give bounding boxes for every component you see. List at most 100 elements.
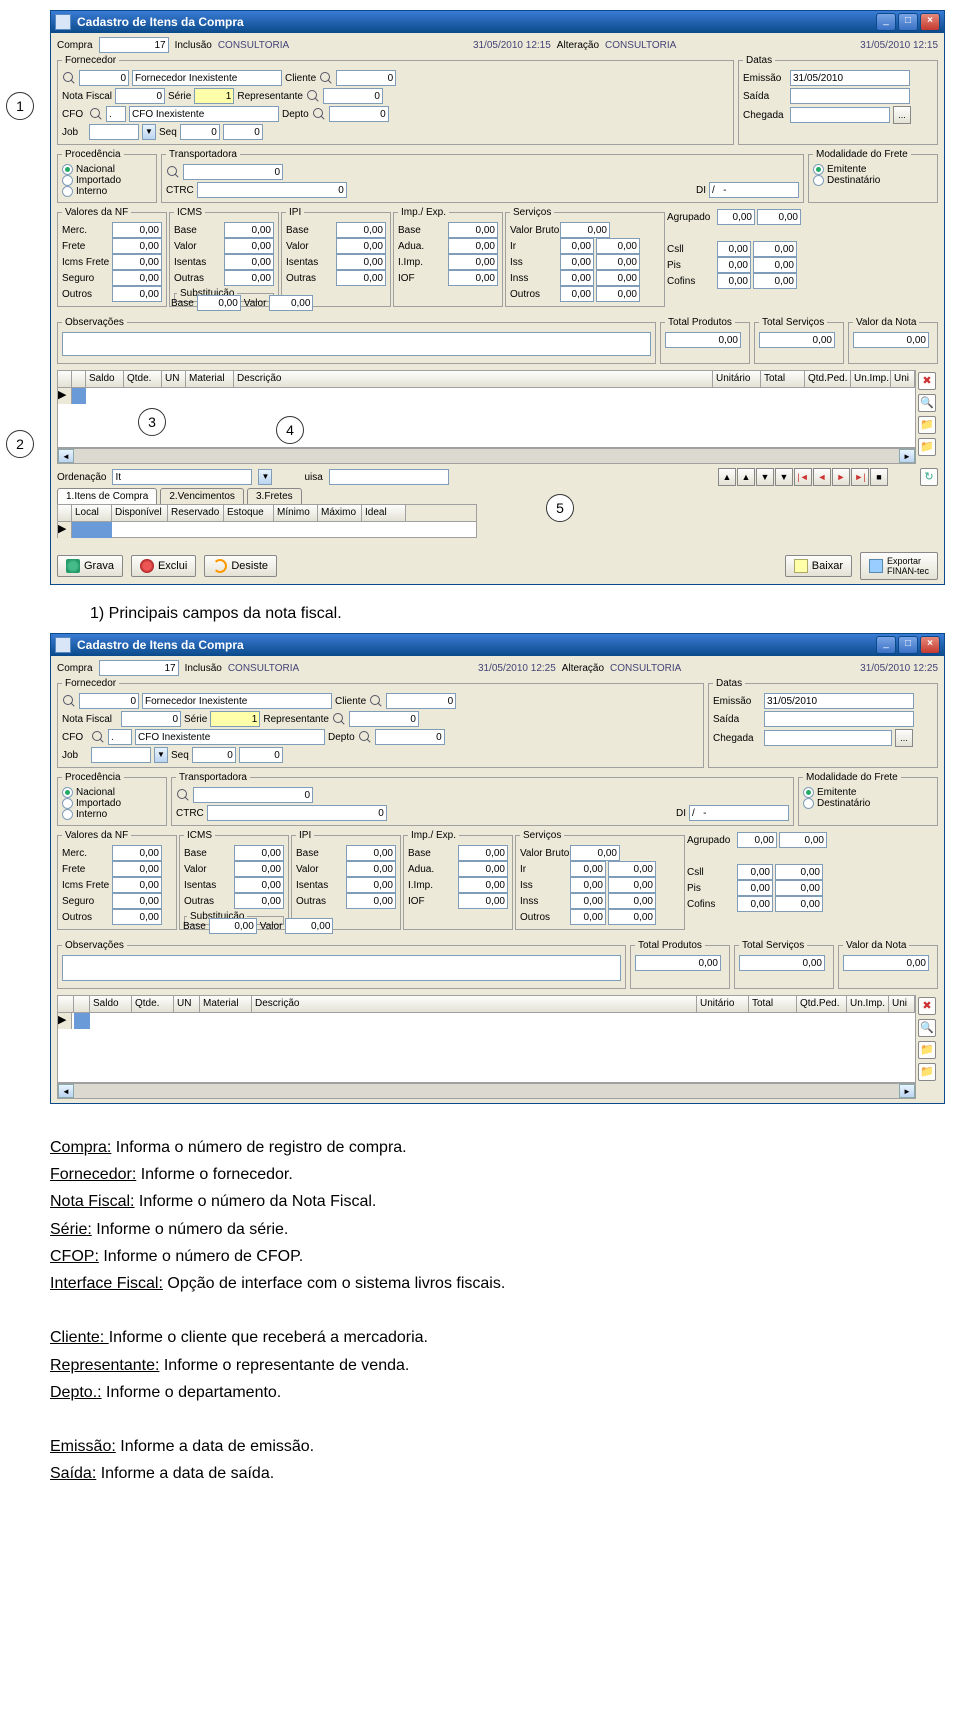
csll-field-2[interactable] [753,241,797,257]
radio-emitente[interactable] [803,787,814,798]
col-uni[interactable]: Uni [891,371,915,387]
depto-field[interactable] [375,729,445,745]
ipi-isentas-field[interactable] [346,877,396,893]
nav-down-icon[interactable]: ▼ [756,468,774,486]
ipi-base-field[interactable] [336,222,386,238]
agrupado-field-2[interactable] [779,832,827,848]
compra-field[interactable] [99,660,179,676]
col-unimp[interactable]: Un.Imp. [851,371,891,387]
dropdown-icon[interactable]: ▼ [142,124,156,140]
exportar-button[interactable]: ExportarFINAN-tec [860,552,938,580]
inss-field-2[interactable] [596,270,640,286]
agrupado-field-1[interactable] [737,832,777,848]
iss-field[interactable] [570,877,606,893]
col-descricao[interactable]: Descrição [252,996,697,1012]
ipi-outras-field[interactable] [336,270,386,286]
titlebar-2[interactable]: Cadastro de Itens da Compra _ □ × [51,634,944,656]
fornecedor-name-field[interactable] [132,70,282,86]
notafiscal-field[interactable] [115,88,165,104]
agrupado-field-1[interactable] [717,209,755,225]
job-field[interactable] [91,747,151,763]
tab-itens-compra[interactable]: 1.Itens de Compra [57,488,157,504]
uisa-field[interactable] [329,469,449,485]
serv-outros-field-2[interactable] [608,909,656,925]
col-reservado[interactable]: Reservado [168,505,224,521]
radio-destinatario[interactable] [813,175,824,186]
observacoes-field[interactable] [62,955,621,981]
ctrc-field[interactable] [197,182,347,198]
scroll-left-icon[interactable]: ◄ [58,449,74,463]
impexp-iimp-field[interactable] [458,877,508,893]
radio-nacional[interactable] [62,164,73,175]
nav-prev-icon[interactable]: ◄ [813,468,831,486]
ipi-valor-field[interactable] [336,238,386,254]
items-grid-body[interactable]: ▶ [57,388,916,448]
radio-interno[interactable] [62,186,73,197]
radio-importado[interactable] [62,798,73,809]
emissao-field[interactable] [764,693,914,709]
depto-field[interactable] [329,106,389,122]
col-qtde[interactable]: Qtde. [132,996,174,1012]
col-material[interactable]: Material [200,996,252,1012]
scrollbar-horizontal-2[interactable]: ◄ ► [57,1083,916,1099]
close-button[interactable]: × [920,636,940,654]
seguro-field[interactable] [112,893,162,909]
col-qtdped[interactable]: Qtd.Ped. [805,371,851,387]
titlebar[interactable]: Cadastro de Itens da Compra _ □ × [51,11,944,33]
radio-importado[interactable] [62,175,73,186]
tab-vencimentos[interactable]: 2.Vencimentos [160,488,244,504]
col-unitario[interactable]: Unitário [713,371,761,387]
radio-interno[interactable] [62,809,73,820]
serie-field[interactable] [194,88,234,104]
col-total[interactable]: Total [749,996,797,1012]
di-field[interactable] [689,805,789,821]
search-icon[interactable] [358,730,372,744]
impexp-iof-field[interactable] [448,270,498,286]
ir-field-2[interactable] [608,861,656,877]
scroll-left-icon[interactable]: ◄ [58,1084,74,1098]
sub-base-field[interactable] [209,918,257,934]
col-un[interactable]: UN [174,996,200,1012]
cofins-field-2[interactable] [753,273,797,289]
dropdown-icon[interactable]: ▼ [154,747,168,763]
ctrc-field[interactable] [207,805,387,821]
col-local[interactable]: Local [72,505,112,521]
col-disponivel[interactable]: Disponível [112,505,168,521]
nav-first-icon[interactable]: ▲ [718,468,736,486]
scrollbar-horizontal[interactable]: ◄ ► [57,448,916,464]
compra-field[interactable] [99,37,169,53]
cofins-field[interactable] [717,273,751,289]
folder-icon[interactable]: 📁 [918,416,936,434]
nav-up-icon[interactable]: ▲ [737,468,755,486]
search-icon[interactable] [369,694,383,708]
radio-emitente[interactable] [813,164,824,175]
ordenacao-field[interactable] [112,469,252,485]
icms-valor-field[interactable] [234,861,284,877]
col-unimp[interactable]: Un.Imp. [847,996,889,1012]
items-grid-body-2[interactable]: ▶ [57,1013,916,1083]
impexp-base-field[interactable] [448,222,498,238]
icms-base-field[interactable] [234,845,284,861]
csll-field[interactable] [717,241,751,257]
ipi-isentas-field[interactable] [336,254,386,270]
dropdown-icon[interactable]: ▼ [258,469,272,485]
maximize-button[interactable]: □ [898,13,918,31]
merc-field[interactable] [112,845,162,861]
search-icon[interactable] [62,694,76,708]
pis-field[interactable] [717,257,751,273]
impexp-iimp-field[interactable] [448,254,498,270]
impexp-base-field[interactable] [458,845,508,861]
sub-valor-field[interactable] [285,918,333,934]
radio-nacional[interactable] [62,787,73,798]
fornecedor-name-field[interactable] [142,693,332,709]
minimize-button[interactable]: _ [876,636,896,654]
seq-field-2[interactable] [223,124,263,140]
inss-field[interactable] [570,893,606,909]
cfo-name-field[interactable] [129,106,279,122]
serie-field[interactable] [210,711,260,727]
stock-grid-body[interactable]: ▶ [57,522,477,538]
sub-base-field[interactable] [197,295,241,311]
di-field[interactable] [709,182,799,198]
radio-destinatario[interactable] [803,798,814,809]
icms-valor-field[interactable] [224,238,274,254]
